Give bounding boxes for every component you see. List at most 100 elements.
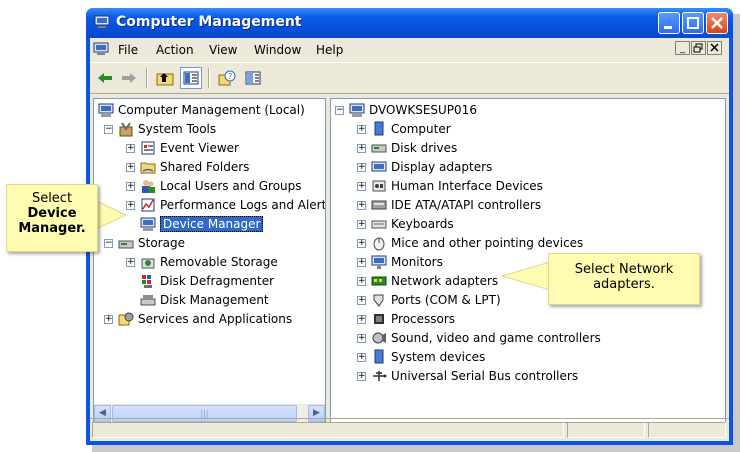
- tree-item-removable-storage[interactable]: + Removable Storage: [126, 253, 278, 271]
- minimize-button[interactable]: [658, 12, 680, 34]
- device-category-sound-video-game-controllers[interactable]: + Sound, video and game controllers: [357, 329, 601, 347]
- expand-icon[interactable]: +: [357, 295, 366, 305]
- forward-button[interactable]: [118, 67, 140, 89]
- computer-name: DVOWKSESUP016: [369, 103, 477, 117]
- show-hide-tree-button[interactable]: [180, 67, 202, 89]
- expand-icon[interactable]: +: [357, 238, 366, 248]
- tree-label: Performance Logs and Alert:: [160, 198, 326, 212]
- disk-defragmenter-icon: [142, 275, 152, 288]
- close-icon: [711, 17, 723, 29]
- expand-icon[interactable]: +: [126, 257, 135, 267]
- display-adapters-icon: [371, 161, 387, 172]
- title-bar[interactable]: Computer Management: [86, 8, 733, 38]
- forward-icon: [122, 73, 136, 83]
- menu-view[interactable]: View: [209, 43, 237, 57]
- expand-icon[interactable]: +: [357, 276, 366, 286]
- mice-pointing-devices-icon: [373, 237, 385, 251]
- expand-icon[interactable]: +: [357, 124, 366, 134]
- tree-item-disk-defragmenter[interactable]: Disk Defragmenter: [140, 272, 274, 290]
- expand-icon[interactable]: +: [104, 314, 113, 324]
- device-category-display-adapters[interactable]: + Display adapters: [357, 158, 492, 176]
- restore-icon: [693, 43, 703, 53]
- tree-item-performance-logs[interactable]: + Performance Logs and Alert:: [126, 196, 326, 214]
- device-root[interactable]: − DVOWKSESUP016: [335, 101, 477, 119]
- collapse-icon[interactable]: −: [335, 105, 344, 115]
- device-category-network-adapters[interactable]: + Network adapters: [357, 272, 498, 290]
- close-icon: [710, 43, 719, 52]
- status-cell: [648, 422, 726, 438]
- callout-line: Manager.: [18, 221, 86, 236]
- maximize-button[interactable]: [682, 12, 704, 34]
- device-category-ports-com-lpt[interactable]: + Ports (COM & LPT): [357, 291, 501, 309]
- show-hide-tree-icon: [183, 71, 199, 85]
- device-category-usb-controllers[interactable]: + Universal Serial Bus controllers: [357, 367, 578, 385]
- expand-icon[interactable]: +: [357, 333, 366, 343]
- device-category-label: Ports (COM & LPT): [391, 293, 501, 307]
- device-category-computer[interactable]: + Computer: [357, 120, 451, 138]
- device-category-monitors[interactable]: + Monitors: [357, 253, 443, 271]
- help-icon: ?: [218, 70, 236, 86]
- device-category-label: Disk drives: [391, 141, 458, 155]
- shared-folder-icon: [140, 162, 156, 174]
- mdi-close-button[interactable]: [707, 41, 722, 55]
- device-category-label: Computer: [391, 122, 451, 136]
- expand-icon[interactable]: +: [357, 143, 366, 153]
- expand-icon[interactable]: +: [357, 181, 366, 191]
- expand-icon[interactable]: +: [357, 162, 366, 172]
- tree-label: Local Users and Groups: [160, 179, 302, 193]
- keyboards-icon: [371, 220, 387, 229]
- expand-icon[interactable]: +: [126, 162, 135, 172]
- expand-icon[interactable]: +: [357, 200, 366, 210]
- device-category-processors[interactable]: + Processors: [357, 310, 455, 328]
- tree-item-root[interactable]: Computer Management (Local): [98, 101, 305, 119]
- tree-item-device-manager[interactable]: Device Manager: [140, 215, 264, 233]
- tree-item-disk-management[interactable]: Disk Management: [140, 291, 269, 309]
- properties-button[interactable]: [242, 67, 264, 89]
- device-category-label: Processors: [391, 312, 456, 326]
- back-icon: [98, 73, 112, 83]
- callout-select-network-adapters: Select Network adapters.: [548, 253, 700, 305]
- tree-item-services-applications[interactable]: + Services and Applications: [104, 310, 292, 328]
- human-interface-devices-icon: [372, 180, 386, 192]
- device-category-keyboards[interactable]: + Keyboards: [357, 215, 454, 233]
- computer-icon: [374, 121, 384, 136]
- help-button[interactable]: ?: [216, 67, 238, 89]
- device-category-ide-ata-atapi-controllers[interactable]: + IDE ATA/ATAPI controllers: [357, 196, 541, 214]
- device-category-human-interface-devices[interactable]: + Human Interface Devices: [357, 177, 543, 195]
- device-category-label: System devices: [391, 350, 486, 364]
- menu-help[interactable]: Help: [316, 43, 343, 57]
- expand-icon[interactable]: +: [357, 219, 366, 229]
- console-tree-pane[interactable]: Computer Management (Local) − System Too…: [93, 98, 326, 423]
- removable-storage-icon: [141, 258, 155, 269]
- tree-item-system-tools[interactable]: − System Tools: [104, 120, 216, 138]
- menu-bar: File Action View Window Help _: [90, 38, 729, 63]
- collapse-icon[interactable]: −: [104, 124, 113, 134]
- menu-action[interactable]: Action: [156, 43, 194, 57]
- device-category-label: Monitors: [391, 255, 443, 269]
- status-cell: [92, 422, 564, 438]
- mdi-minimize-button[interactable]: _: [675, 41, 690, 55]
- expand-icon[interactable]: +: [357, 314, 366, 324]
- menu-window[interactable]: Window: [254, 43, 301, 57]
- svg-text:?: ?: [228, 72, 232, 81]
- mdi-restore-button[interactable]: [691, 41, 706, 55]
- expand-icon[interactable]: +: [357, 352, 366, 362]
- expand-icon[interactable]: +: [357, 257, 366, 267]
- expand-icon[interactable]: +: [357, 371, 366, 381]
- device-category-label: Keyboards: [391, 217, 454, 231]
- device-category-mice-pointing-devices[interactable]: + Mice and other pointing devices: [357, 234, 583, 252]
- menu-file[interactable]: File: [118, 43, 138, 57]
- tree-item-event-viewer[interactable]: + Event Viewer: [126, 139, 239, 157]
- device-category-system-devices[interactable]: + System devices: [357, 348, 485, 366]
- expand-icon[interactable]: +: [126, 143, 135, 153]
- up-one-level-button[interactable]: [154, 67, 176, 89]
- back-button[interactable]: [94, 67, 116, 89]
- services-applications-icon: [118, 312, 134, 326]
- close-button[interactable]: [706, 12, 728, 34]
- tree-item-local-users[interactable]: + Local Users and Groups: [126, 177, 302, 195]
- disk-drives-icon: [371, 144, 387, 153]
- device-category-label: Sound, video and game controllers: [391, 331, 601, 345]
- network-adapters-icon: [371, 276, 387, 286]
- device-category-disk-drives[interactable]: + Disk drives: [357, 139, 457, 157]
- tree-item-shared-folders[interactable]: + Shared Folders: [126, 158, 249, 176]
